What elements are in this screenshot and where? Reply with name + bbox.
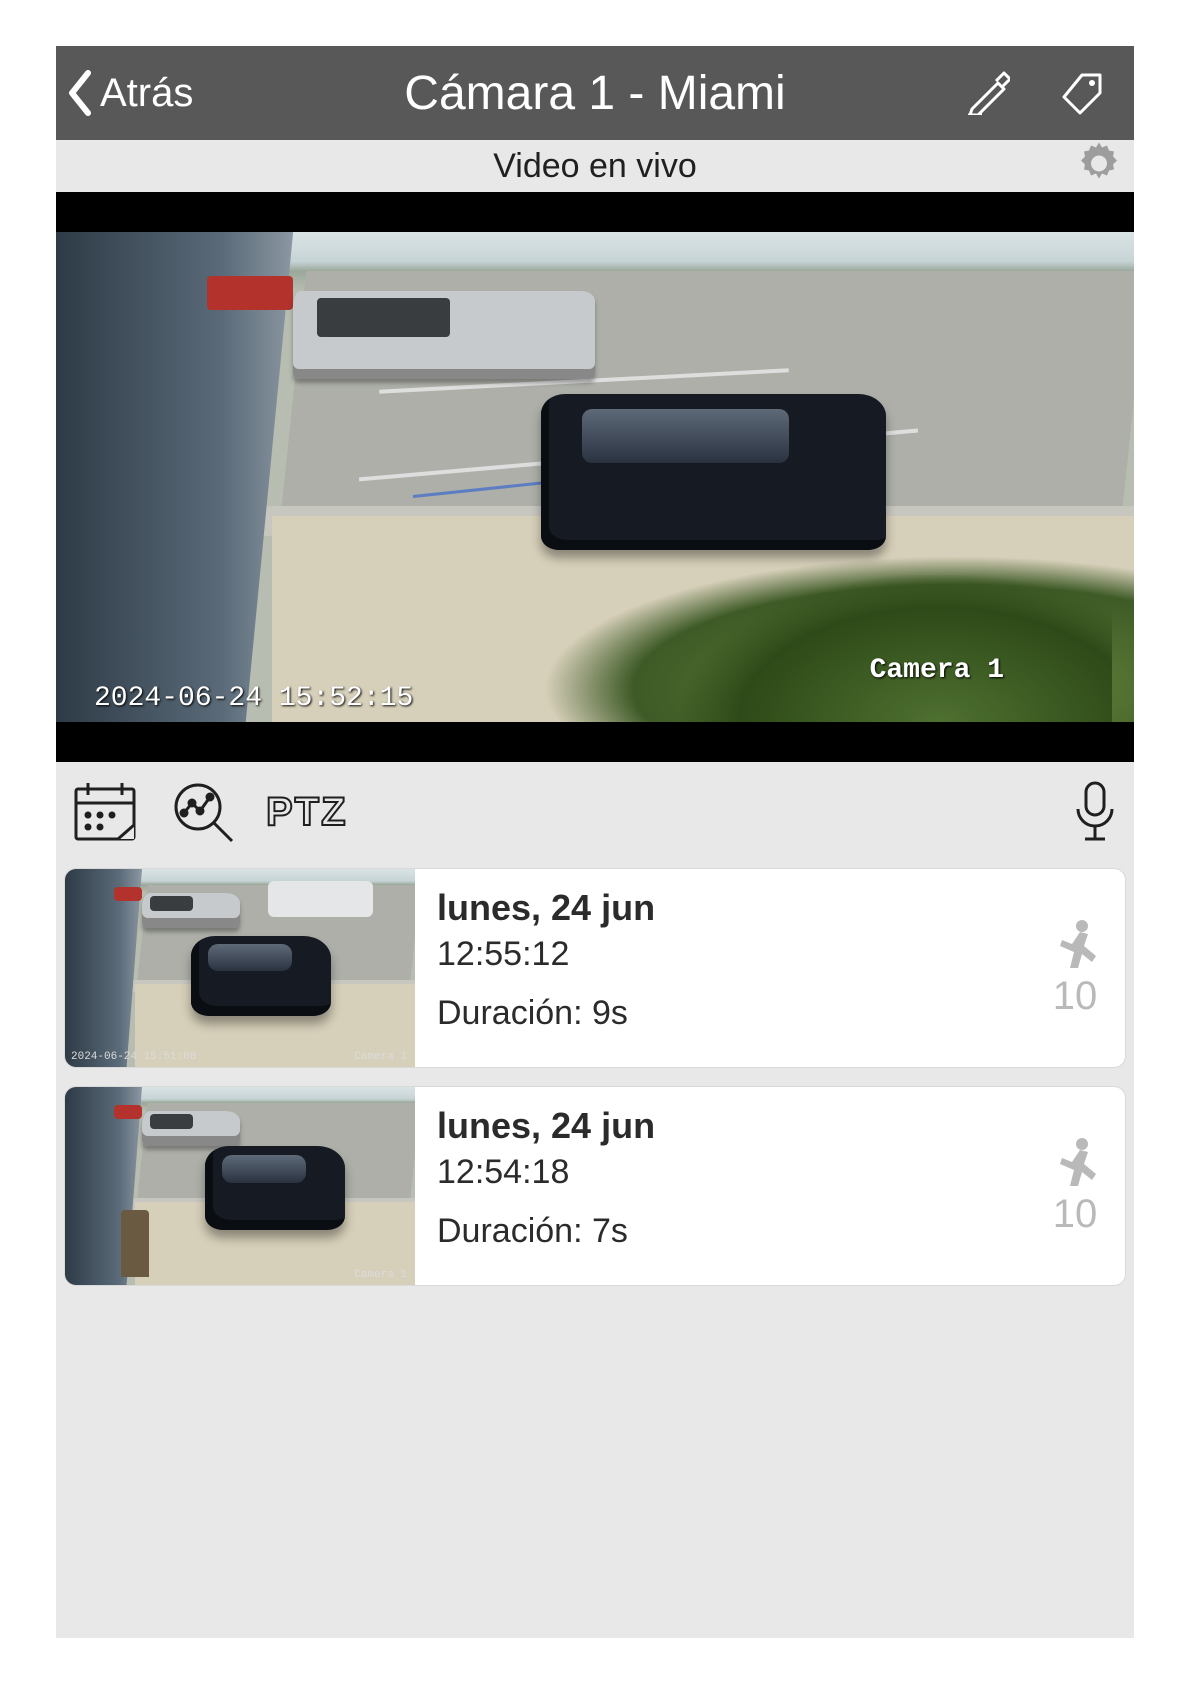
video-toolbar: PTZ — [56, 762, 1134, 862]
microphone-button[interactable] — [1070, 779, 1120, 845]
event-info: lunes, 24 jun 12:55:12 Duración: 9s — [415, 869, 1035, 1067]
event-item[interactable]: Camera 1 lunes, 24 jun 12:54:18 Duración… — [64, 1086, 1126, 1286]
event-duration: Duración: 9s — [437, 994, 1013, 1033]
subheader: Video en vivo — [56, 140, 1134, 192]
event-motion-badge: 10 — [1035, 1087, 1125, 1285]
thumbnail-camera-label: Camera 1 — [354, 1051, 407, 1063]
event-thumbnail: Camera 1 — [65, 1087, 415, 1285]
event-thumbnail: 2024-06-24 15:51:08 Camera 1 — [65, 869, 415, 1067]
analytics-search-button[interactable] — [168, 777, 238, 847]
thumbnail-timestamp: 2024-06-24 15:51:08 — [71, 1051, 196, 1063]
chevron-left-icon — [66, 69, 94, 117]
page-title: Cámara 1 - Miami — [404, 66, 785, 121]
live-video-label: Video en vivo — [493, 147, 697, 186]
event-count: 10 — [1053, 974, 1098, 1019]
running-person-icon — [1052, 918, 1098, 970]
video-camera-label: Camera 1 — [870, 655, 1004, 686]
event-motion-badge: 10 — [1035, 869, 1125, 1067]
running-person-icon — [1052, 1136, 1098, 1188]
tag-icon[interactable] — [1060, 71, 1104, 115]
gear-icon — [1076, 141, 1122, 187]
header-bar: Atrás Cámara 1 - Miami — [56, 46, 1134, 140]
edit-icon[interactable] — [966, 71, 1010, 115]
event-duration: Duración: 7s — [437, 1212, 1013, 1251]
event-date: lunes, 24 jun — [437, 1105, 1013, 1147]
settings-button[interactable] — [1076, 141, 1122, 192]
back-label: Atrás — [100, 71, 193, 116]
video-container[interactable]: 2024-06-24 15:52:15 Camera 1 — [56, 192, 1134, 762]
camera-app: Atrás Cámara 1 - Miami Video en vivo — [56, 46, 1134, 1638]
header-actions — [966, 71, 1134, 115]
calendar-button[interactable] — [70, 777, 140, 847]
event-date: lunes, 24 jun — [437, 887, 1013, 929]
thumbnail-camera-label: Camera 1 — [354, 1269, 407, 1281]
video-timestamp: 2024-06-24 15:52:15 — [94, 683, 413, 714]
back-button[interactable]: Atrás — [56, 46, 193, 140]
event-time: 12:54:18 — [437, 1153, 1013, 1192]
event-time: 12:55:12 — [437, 935, 1013, 974]
event-item[interactable]: 2024-06-24 15:51:08 Camera 1 lunes, 24 j… — [64, 868, 1126, 1068]
event-info: lunes, 24 jun 12:54:18 Duración: 7s — [415, 1087, 1035, 1285]
calendar-icon — [70, 777, 140, 847]
ptz-button[interactable]: PTZ — [266, 790, 348, 835]
live-video-feed: 2024-06-24 15:52:15 Camera 1 — [56, 232, 1134, 722]
analytics-search-icon — [168, 777, 238, 847]
microphone-icon — [1070, 779, 1120, 845]
event-count: 10 — [1053, 1192, 1098, 1237]
event-list: 2024-06-24 15:51:08 Camera 1 lunes, 24 j… — [56, 868, 1134, 1638]
